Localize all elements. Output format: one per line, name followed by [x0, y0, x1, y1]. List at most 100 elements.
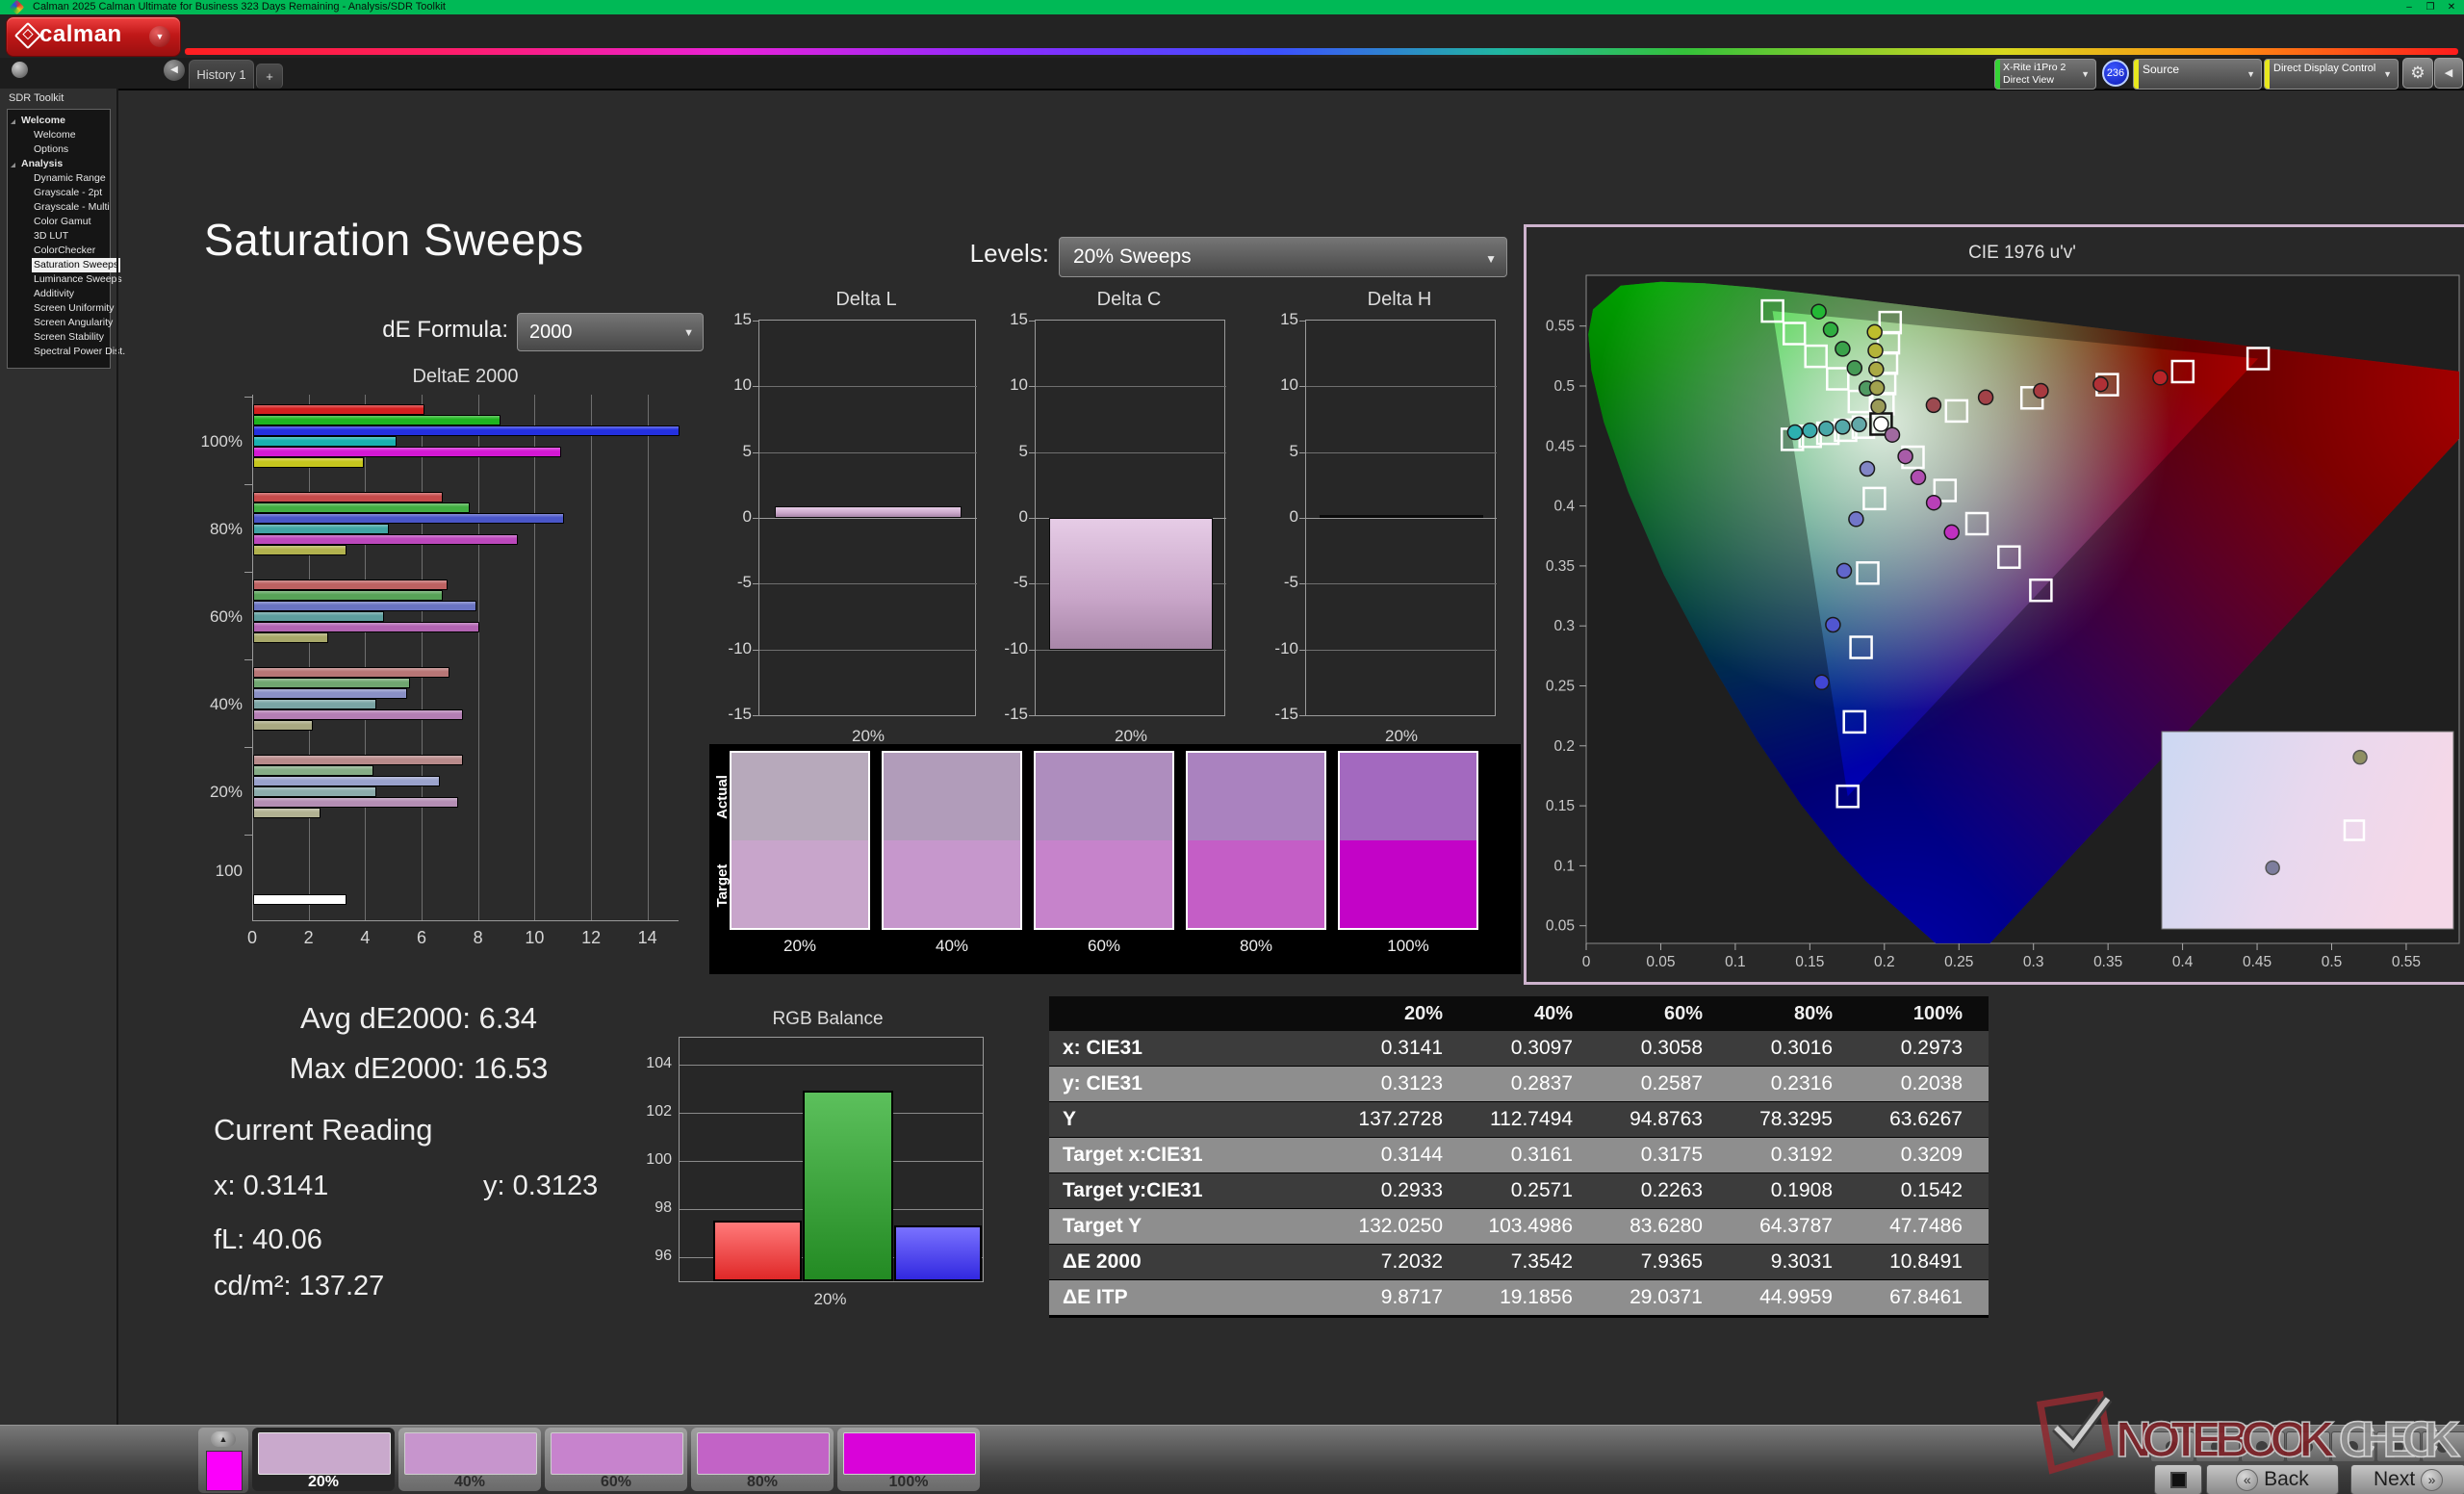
sidebar-item-options[interactable]: Options: [8, 142, 108, 157]
chevron-down-icon: ▼: [683, 327, 694, 339]
cie-y-tick: 0.3: [1553, 618, 1575, 634]
rgb-balance-title: RGB Balance: [674, 1009, 982, 1030]
cie-y-tick: 0.5: [1553, 378, 1575, 395]
patch-card-20%[interactable]: 20%: [252, 1428, 395, 1491]
sidebar-item-label: Dynamic Range: [32, 171, 108, 186]
toolbar-button[interactable]: [2195, 1431, 2240, 1462]
bottom-bar: ▲ « Back Next » 20%40%60%80%100%: [0, 1425, 2464, 1494]
sidebar-item-label: Additivity: [32, 287, 76, 301]
gridline: [534, 395, 535, 920]
sidebar-item-additivity[interactable]: Additivity: [8, 287, 108, 301]
toolbar-button[interactable]: [2422, 1431, 2464, 1462]
patch-card-60%[interactable]: 60%: [545, 1428, 687, 1491]
y-tick: [1029, 650, 1036, 651]
gridline: [759, 583, 977, 584]
group-label: 100%: [144, 432, 243, 451]
gridline: [680, 1065, 983, 1066]
display-control-dropdown[interactable]: Direct Display Control ▼: [2264, 59, 2399, 90]
table-cell: 83.6280: [1598, 1209, 1728, 1244]
sidebar-item-screen-uniformity[interactable]: Screen Uniformity: [8, 301, 108, 316]
sidebar-item-grayscale-multi[interactable]: Grayscale - Multi: [8, 200, 108, 215]
source-dropdown[interactable]: Source ▼: [2133, 59, 2262, 90]
group-label: 20%: [144, 783, 243, 802]
table-cell: 67.8461: [1858, 1280, 1988, 1315]
toolbar-button-icon: [2211, 1441, 2222, 1453]
sidebar-item-luminance-sweeps[interactable]: Luminance Sweeps: [8, 272, 108, 287]
gridline: [365, 395, 366, 920]
minimize-icon[interactable]: –: [2399, 0, 2420, 14]
toolbar-button-icon: [2437, 1441, 2449, 1453]
window-title: Calman 2025 Calman Ultimate for Business…: [33, 0, 446, 14]
sidebar-item-welcome[interactable]: Welcome: [8, 128, 108, 142]
patch-card-100%[interactable]: 100%: [837, 1428, 980, 1491]
next-button[interactable]: Next »: [2350, 1464, 2464, 1494]
toolbar-button[interactable]: [2286, 1431, 2330, 1462]
delta-h-title: Delta H: [1305, 289, 1494, 311]
stop-button[interactable]: [2154, 1464, 2202, 1494]
sidebar-item-label: Grayscale - 2pt: [32, 186, 104, 200]
swatch-actual-60%: [1036, 753, 1172, 840]
sidebar-item-dynamic-range[interactable]: Dynamic Range: [8, 171, 108, 186]
patch-card-40%[interactable]: 40%: [398, 1428, 541, 1491]
toolbar-button[interactable]: [2331, 1431, 2375, 1462]
gridline: [591, 395, 592, 920]
sidebar-item-color-gamut[interactable]: Color Gamut: [8, 215, 108, 229]
group-label: 100: [144, 862, 243, 881]
sidebar-item-colorchecker[interactable]: ColorChecker: [8, 244, 108, 258]
swatch-label-60%: 60%: [1034, 937, 1174, 956]
calman-menu-button[interactable]: calman ▼: [6, 16, 181, 57]
tab-history-1[interactable]: History 1: [189, 60, 254, 89]
group-label: 80%: [144, 520, 243, 539]
close-icon[interactable]: ✕: [2441, 0, 2462, 14]
toolbar-button[interactable]: [2150, 1431, 2194, 1462]
sidebar-item-screen-angularity[interactable]: Screen Angularity: [8, 316, 108, 330]
toolbar-button[interactable]: [2376, 1431, 2421, 1462]
y-tick: [1299, 452, 1306, 453]
bar-yellow-40%: [253, 720, 313, 731]
table-row: ΔE 20007.20327.35427.93659.303110.8491: [1049, 1245, 1989, 1279]
column-header: 80%: [1728, 996, 1858, 1031]
gear-icon[interactable]: ⚙: [2402, 58, 2433, 89]
toolbar-button[interactable]: [2241, 1431, 2285, 1462]
swatch-80%: [1186, 751, 1326, 930]
sidebar-item-spectral-power-dist-[interactable]: Spectral Power Dist.: [8, 345, 108, 359]
levels-dropdown[interactable]: 20% Sweeps ▼: [1059, 237, 1507, 277]
back-button[interactable]: « Back: [2206, 1464, 2339, 1494]
row-label: Y: [1049, 1102, 1338, 1137]
y-tick: [1029, 583, 1036, 584]
patch-strip-expander[interactable]: ▲: [198, 1428, 248, 1493]
sidebar-collapse-button[interactable]: ◀: [164, 60, 185, 81]
sidebar-item-welcome[interactable]: Welcome: [8, 114, 108, 128]
y-tick-label: 104: [637, 1055, 672, 1072]
table-cell: 137.2728: [1338, 1102, 1468, 1137]
measured-point-cyan: [1852, 417, 1866, 431]
y-tick: [753, 650, 759, 651]
actual-target-swatch-panel: ActualTarget20%40%60%80%100%: [709, 744, 1521, 974]
cie-y-tick: 0.4: [1553, 499, 1575, 515]
current-x: x: 0.3141: [214, 1171, 328, 1202]
maximize-icon[interactable]: ❐: [2420, 0, 2441, 14]
meter-dropdown[interactable]: X-Rite i1Pro 2 Direct View ▼: [1994, 59, 2096, 90]
x-tick-label: 10: [515, 928, 553, 948]
sidebar-item-screen-stability[interactable]: Screen Stability: [8, 330, 108, 345]
bar-yellow-100%: [253, 457, 364, 468]
de-formula-dropdown[interactable]: 2000 ▼: [517, 313, 704, 351]
gridline: [478, 395, 479, 920]
sidebar-item-analysis[interactable]: Analysis: [8, 157, 108, 171]
add-tab-button[interactable]: +: [256, 64, 283, 89]
reading-count-badge[interactable]: 236: [2102, 60, 2129, 87]
measured-point-green: [1835, 342, 1850, 356]
sidebar-item-saturation-sweeps[interactable]: Saturation Sweeps: [8, 258, 108, 272]
sidebar-item-3d-lut[interactable]: 3D LUT: [8, 229, 108, 244]
table-row: ΔE ITP9.871719.185629.037144.995967.8461: [1049, 1280, 1989, 1315]
cie-y-tick: 0.2: [1553, 738, 1575, 755]
panel-collapse-icon[interactable]: ◀: [2434, 58, 2463, 89]
back-label: Back: [2264, 1468, 2309, 1490]
patch-card-80%[interactable]: 80%: [691, 1428, 834, 1491]
sidebar-item-label: Screen Uniformity: [32, 301, 116, 316]
sidebar-item-grayscale-2pt[interactable]: Grayscale - 2pt: [8, 186, 108, 200]
status-knob-icon[interactable]: [12, 62, 28, 78]
bar-red-80%: [253, 492, 443, 502]
y-tick-label: 0: [989, 507, 1028, 527]
y-tick-label: -10: [1260, 639, 1298, 658]
